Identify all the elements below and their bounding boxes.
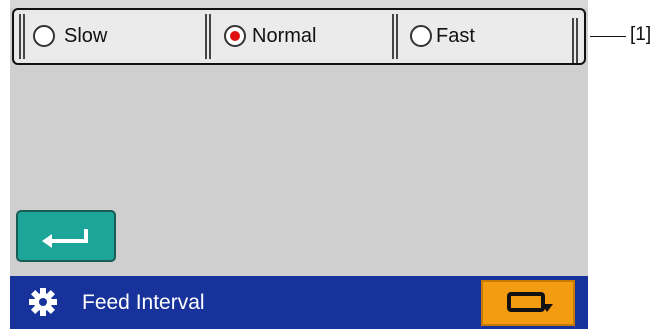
speed-selector: Slow Normal Fast [12,8,586,65]
callout-label: [1] [630,24,652,45]
option-fast-label: Fast [436,25,475,47]
segment-divider [18,14,27,59]
gear-icon [29,288,57,316]
radio-fast[interactable] [410,25,432,47]
enter-arrow-icon [42,229,88,248]
segment-divider [391,14,400,59]
paper-feed-icon [507,292,553,312]
option-normal[interactable]: Normal [204,14,394,59]
option-normal-label: Normal [252,25,317,47]
option-fast[interactable]: Fast [391,14,582,63]
radio-normal[interactable] [224,25,246,47]
option-slow-label: Slow [64,25,108,47]
feed-button[interactable] [481,280,575,326]
segment-divider [204,14,213,59]
segment-end [571,18,580,63]
option-slow[interactable]: Slow [18,14,206,59]
enter-button[interactable] [16,210,116,262]
footer-bar: Feed Interval [10,276,588,329]
callout-line [590,36,626,37]
device-screen: Slow Normal Fast Feed Interval [10,0,588,329]
radio-slow[interactable] [33,25,55,47]
page-title: Feed Interval [82,291,205,314]
top-strip [10,0,588,8]
